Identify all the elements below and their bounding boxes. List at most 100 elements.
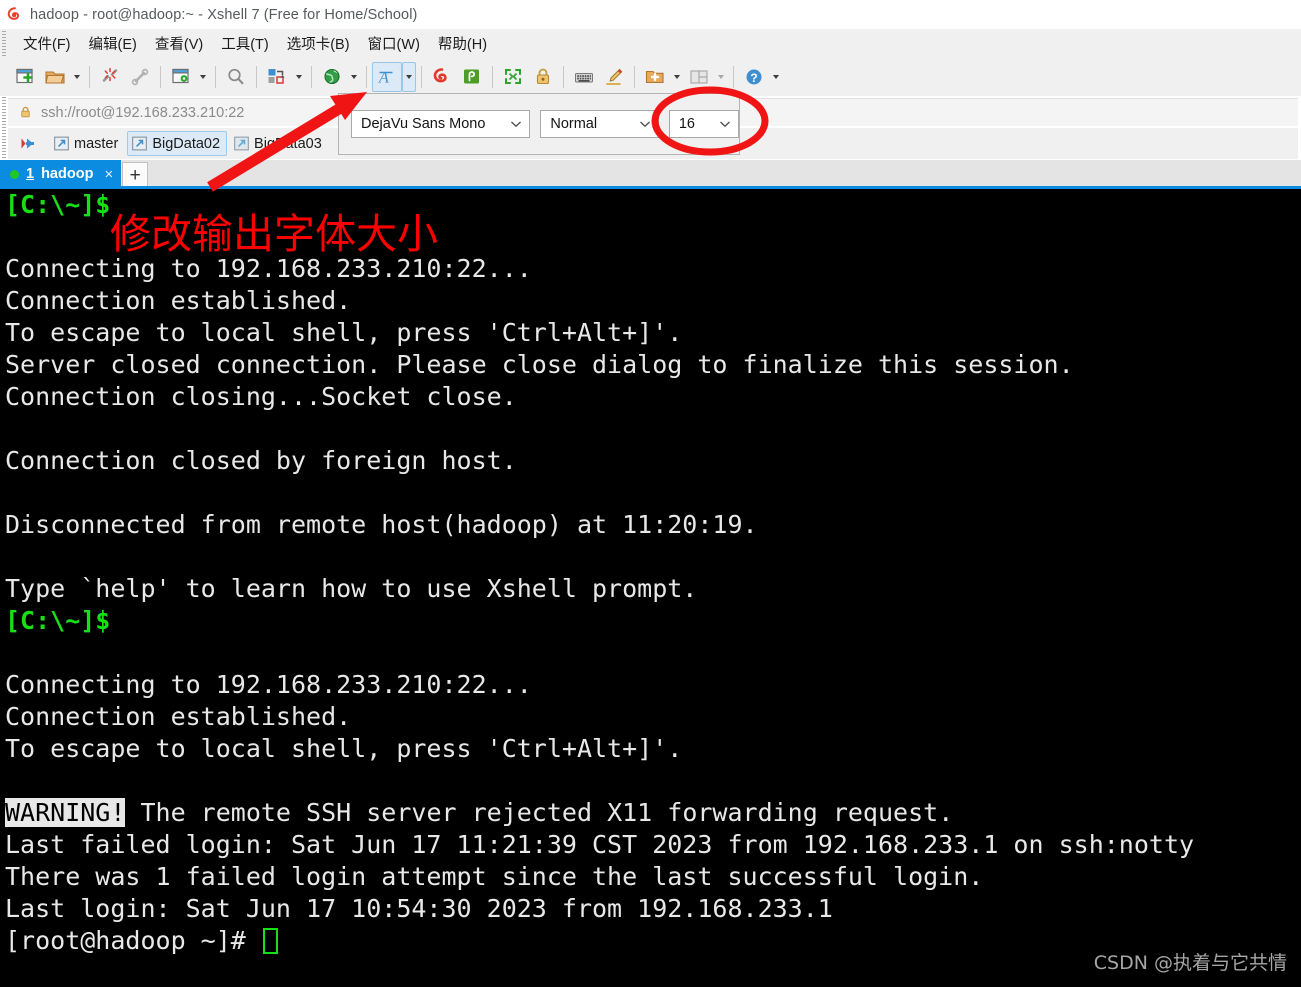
tool-bar: A ? (0, 58, 1301, 96)
menu-file[interactable]: 文件(F) (14, 31, 80, 56)
terminal-line: Connecting to 192.168.233.210:22... (5, 670, 532, 699)
transfer-icon (268, 69, 285, 84)
chevron-down-icon (74, 75, 80, 79)
toolbar-separator (311, 66, 312, 88)
csdn-watermark: CSDN @执着与它共情 (1093, 952, 1287, 974)
properties-icon (172, 68, 189, 84)
bookmark-label: master (74, 135, 119, 152)
terminal-line: Last failed login: Sat Jun 17 11:21:39 C… (5, 830, 1195, 859)
bookmark-master[interactable]: master (49, 131, 125, 156)
tab-number: 1 (26, 166, 35, 182)
session-properties-dropdown[interactable] (196, 62, 210, 92)
title-bar: hadoop - root@hadoop:~ - Xshell 7 (Free … (0, 0, 1301, 29)
encoding-button[interactable] (317, 62, 347, 92)
highlight-button[interactable] (599, 62, 629, 92)
compose-bar-button[interactable] (569, 62, 599, 92)
font-dropdown[interactable] (402, 62, 416, 92)
chevron-down-icon (773, 75, 779, 79)
lock-icon (536, 68, 550, 85)
open-session-button[interactable] (40, 62, 70, 92)
menu-bar: 文件(F) 编辑(E) 查看(V) 工具(T) 选项卡(B) 窗口(W) 帮助(… (0, 29, 1301, 58)
keyboard-icon (575, 73, 593, 83)
chevron-down-icon (639, 121, 650, 128)
close-icon[interactable]: × (104, 167, 113, 182)
new-tab-button[interactable]: + (122, 162, 149, 188)
terminal-line: To escape to local shell, press 'Ctrl+Al… (5, 734, 683, 763)
svg-text:?: ? (750, 71, 757, 85)
menu-tabs[interactable]: 选项卡(B) (278, 31, 359, 56)
terminal-cursor (262, 928, 278, 954)
toolbar-separator (733, 66, 734, 88)
chevron-down-icon (511, 121, 522, 128)
find-icon (228, 68, 244, 85)
toolbar-separator (89, 66, 90, 88)
terminal-line: Connection closed by foreign host. (5, 446, 517, 475)
menu-help[interactable]: 帮助(H) (429, 31, 496, 56)
split-layout-icon (690, 70, 708, 84)
terminal-prompt-line: [root@hadoop ~]# (5, 925, 278, 957)
terminal-line: There was 1 failed login attempt since t… (5, 862, 984, 891)
fullscreen-button[interactable] (498, 62, 528, 92)
font-icon: A (378, 70, 393, 87)
file-transfer-button[interactable] (262, 62, 292, 92)
help-icon: ? (746, 69, 762, 85)
help-dropdown[interactable] (769, 62, 783, 92)
lock-button[interactable] (528, 62, 558, 92)
arrange-layout-dropdown[interactable] (714, 62, 728, 92)
help-button[interactable]: ? (739, 62, 769, 92)
bookmark-arrow[interactable] (16, 131, 47, 157)
menu-edit[interactable]: 编辑(E) (80, 31, 146, 56)
terminal-line: Last login: Sat Jun 17 10:54:30 2023 fro… (5, 894, 833, 923)
warning-badge: WARNING! (5, 798, 126, 827)
chevron-down-icon (351, 75, 357, 79)
tab-hadoop[interactable]: 1 hadoop × (0, 160, 122, 188)
menu-view[interactable]: 查看(V) (146, 31, 212, 56)
reconnect-button[interactable] (125, 62, 155, 92)
red-arrow-icon (21, 138, 34, 148)
session-properties-button[interactable] (166, 62, 196, 92)
terminal-line: Disconnected from remote host(hadoop) at… (5, 510, 758, 539)
new-folder-dropdown[interactable] (670, 62, 684, 92)
font-size-select[interactable]: 16 (668, 110, 739, 138)
terminal-line-warning: WARNING! The remote SSH server rejected … (5, 797, 953, 829)
new-session-button[interactable] (10, 62, 40, 92)
chevron-down-icon (718, 75, 724, 79)
terminal-output[interactable]: [C:\~]$ Connecting to 192.168.233.210:22… (0, 189, 1301, 987)
disconnect-button[interactable] (95, 62, 125, 92)
xshell-icon (433, 68, 447, 83)
chevron-down-icon (406, 75, 412, 79)
bookmark-bigdata02[interactable]: BigData02 (127, 131, 228, 156)
font-family-value: DejaVu Sans Mono (361, 116, 486, 132)
font-button[interactable]: A (372, 62, 402, 92)
open-xshell-button[interactable] (427, 62, 457, 92)
highlight-pen-icon (606, 68, 623, 85)
bookmark-bigdata03[interactable]: BigData03 (229, 131, 329, 156)
menu-tools[interactable]: 工具(T) (212, 31, 278, 56)
tab-label: hadoop (41, 166, 94, 182)
open-xftp-button[interactable] (457, 62, 487, 92)
new-session-icon (16, 68, 33, 84)
file-transfer-dropdown[interactable] (292, 62, 306, 92)
font-settings-panel: DejaVu Sans Mono Normal 16 (338, 93, 740, 155)
font-family-select[interactable]: DejaVu Sans Mono (351, 110, 531, 138)
terminal-line: To escape to local shell, press 'Ctrl+Al… (5, 318, 683, 347)
find-button[interactable] (221, 62, 251, 92)
arrange-layout-button[interactable] (684, 62, 714, 92)
chevron-down-icon (296, 75, 302, 79)
toolbar-separator (256, 66, 257, 88)
menu-window[interactable]: 窗口(W) (359, 31, 429, 56)
font-style-value: Normal (550, 116, 598, 132)
toolbar-separator (160, 66, 161, 88)
terminal-line: [C:\~]$ (5, 190, 111, 219)
encoding-dropdown[interactable] (347, 62, 361, 92)
chevron-down-icon (674, 75, 680, 79)
session-icon (132, 136, 148, 151)
address-input[interactable]: ssh://root@192.168.233.210:22 (41, 105, 244, 121)
font-style-select[interactable]: Normal (540, 110, 659, 138)
font-size-value: 16 (678, 116, 695, 132)
open-session-dropdown[interactable] (70, 62, 84, 92)
warning-message: The remote SSH server rejected X11 forwa… (125, 798, 954, 827)
tab-strip: 1 hadoop × + (0, 160, 1301, 188)
terminal-line: Server closed connection. Please close d… (5, 350, 1074, 379)
new-folder-button[interactable] (640, 62, 670, 92)
